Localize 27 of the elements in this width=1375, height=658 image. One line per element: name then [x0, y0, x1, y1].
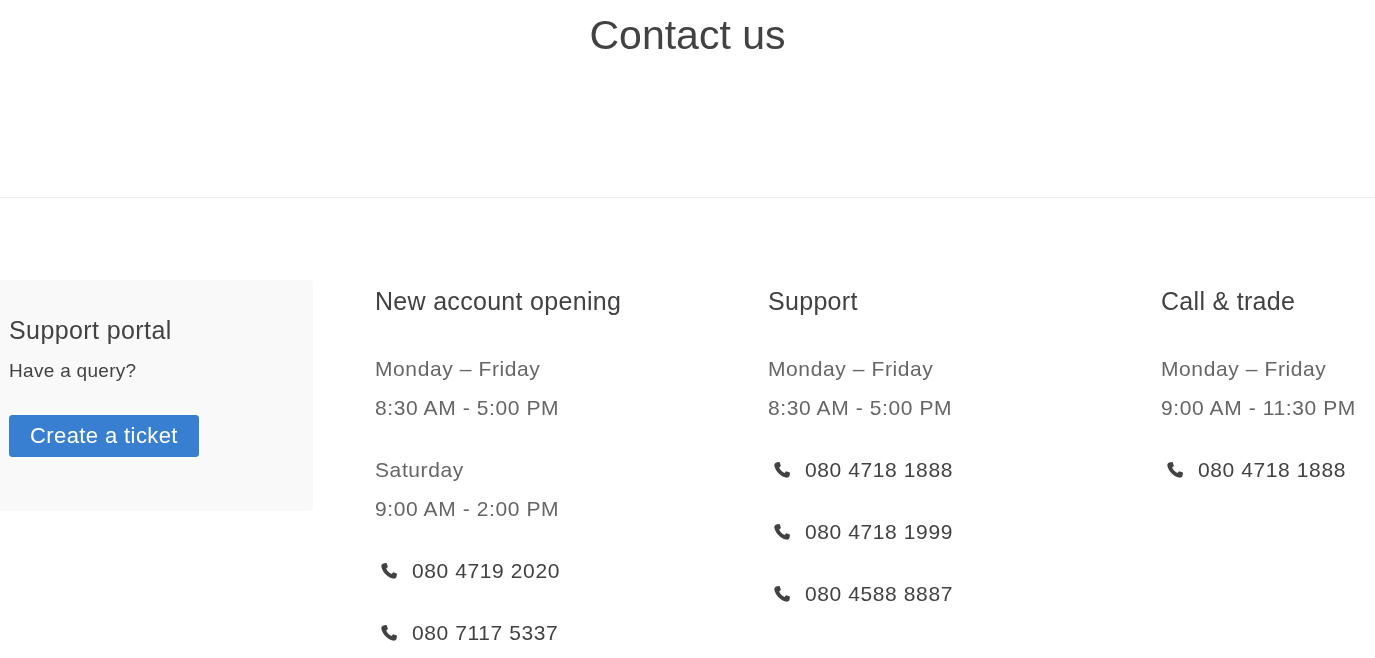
section-title: Support: [768, 286, 859, 317]
phone-icon: [1167, 461, 1183, 478]
page-title: Contact us: [588, 11, 787, 59]
phone-number-link[interactable]: 080 4719 2020: [412, 551, 560, 590]
hours-time: 8:30 AM - 5:00 PM: [375, 395, 560, 421]
phone-icon: [381, 562, 397, 579]
phone-number-link[interactable]: 080 4718 1888: [805, 450, 953, 489]
section-title: Call & trade: [1161, 286, 1297, 317]
create-ticket-button[interactable]: Create a ticket: [9, 415, 199, 457]
hours-time: 8:30 AM - 5:00 PM: [768, 395, 953, 421]
phone-number-link[interactable]: 080 7117 5337: [412, 613, 559, 652]
phone-number-link[interactable]: 080 4588 8887: [805, 574, 953, 613]
hours-time: 9:00 AM - 11:30 PM: [1161, 395, 1356, 421]
phone-number-link[interactable]: 080 4718 1888: [1198, 450, 1346, 489]
hours-days: Monday – Friday: [375, 349, 541, 388]
hours-time: 9:00 AM - 2:00 PM: [375, 496, 560, 522]
portal-subtitle: Have a query?: [9, 359, 138, 383]
hours-days: Monday – Friday: [768, 349, 934, 388]
phone-icon: [774, 523, 790, 540]
phone-icon: [774, 585, 790, 602]
hours-days: Monday – Friday: [1161, 349, 1327, 388]
phone-icon: [774, 461, 790, 478]
portal-title: Support portal: [9, 315, 173, 346]
hours-days: Saturday: [375, 450, 464, 489]
section-title: New account opening: [375, 286, 623, 317]
phone-icon: [381, 624, 397, 641]
phone-number-link[interactable]: 080 4718 1999: [805, 512, 953, 551]
